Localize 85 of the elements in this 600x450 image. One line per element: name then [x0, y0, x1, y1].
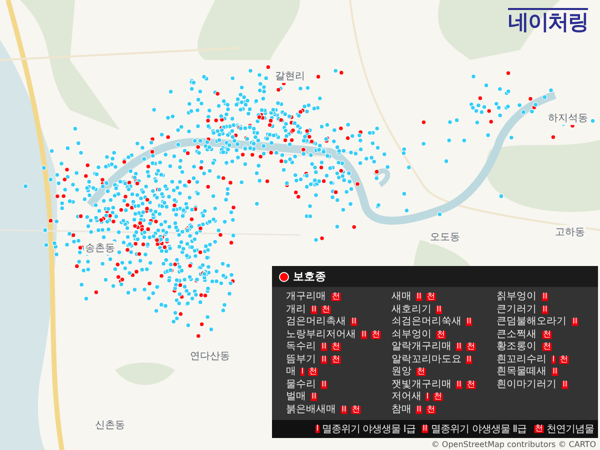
species-name: 뜸부기: [286, 354, 316, 366]
status-badge: 천: [331, 343, 341, 352]
species-name: 독수리: [286, 341, 316, 354]
status-badge: I: [551, 356, 556, 364]
status-badge: II: [561, 380, 568, 389]
species-name: 흰꼬리수리: [496, 354, 547, 366]
status-badge: 천: [466, 343, 476, 352]
status-badge: 천: [416, 368, 426, 376]
status-badge: I: [300, 368, 304, 376]
species-name: 큰기러기: [496, 304, 537, 316]
legend-key-label: 멸종위기 야생생물 Ⅱ급: [431, 423, 526, 436]
species-name: 벌매: [286, 391, 306, 404]
status-badge: II: [541, 306, 548, 314]
species-name: 쇠검은머리쑥새: [391, 316, 462, 328]
species-name: 물수리: [286, 378, 316, 391]
map-attribution: © OpenStreetMap contributors © CARTO: [431, 440, 596, 449]
species-name: 참매: [391, 404, 412, 416]
status-badge: II: [320, 343, 328, 352]
status-badge: II: [551, 368, 558, 376]
place-label: 오도동: [429, 230, 461, 244]
place-label: 송촌동: [84, 241, 116, 255]
status-badge: II: [320, 380, 328, 389]
status-badge: 천: [558, 356, 568, 364]
species-name: 쇠부엉이: [391, 328, 432, 341]
status-badge: II: [456, 343, 462, 352]
status-badge: II: [350, 318, 358, 326]
legend-key-label: 천연기념물: [546, 423, 594, 436]
status-badge: II: [456, 380, 462, 389]
status-badge: 천: [331, 356, 341, 364]
logo[interactable]: 네이처링: [508, 8, 588, 34]
status-badge: II: [310, 306, 318, 314]
place-label: 연다산동: [189, 349, 231, 363]
status-badge: 천: [331, 293, 341, 302]
status-badge: II: [416, 293, 422, 302]
species-name: 큰소쩍새: [496, 328, 537, 341]
species-name: 매: [286, 366, 296, 378]
status-badge: 천: [534, 425, 544, 433]
place-label: 신촌동: [94, 418, 126, 432]
status-badge: 천: [371, 330, 381, 339]
species-name: 새매: [391, 291, 412, 304]
species-name: 개구리매: [286, 291, 326, 304]
species-name: 노랑부리저어새: [286, 328, 356, 341]
species-name: 큰덤불해오라기: [496, 316, 567, 328]
status-badge: I: [316, 425, 320, 433]
status-badge: II: [310, 393, 318, 402]
status-badge: II: [466, 318, 472, 326]
status-badge: 천: [426, 406, 436, 414]
status-badge: II: [541, 293, 548, 302]
species-name: 검은머리촉새: [286, 316, 346, 328]
species-name: 개리: [286, 304, 306, 316]
place-label: 하지석동: [547, 111, 589, 125]
legend-key-label: 멸종위기 야생생물 Ⅰ급: [322, 423, 416, 436]
species-name: 저어새: [391, 391, 422, 404]
species-name: 흰이마기러기: [496, 378, 557, 391]
species-name: 황조롱이: [496, 341, 537, 354]
status-badge: 천: [542, 343, 552, 352]
status-badge: II: [571, 318, 578, 326]
status-badge: 천: [426, 293, 436, 302]
status-badge: II: [416, 406, 422, 414]
status-badge: II: [466, 356, 472, 364]
status-badge: 천: [433, 393, 444, 402]
place-label: 고하동: [554, 225, 586, 239]
status-badge: II: [422, 425, 428, 433]
species-name: 흰목물떼새: [496, 366, 547, 378]
species-name: 새호리기: [391, 304, 432, 316]
place-label: 갈현리: [274, 69, 306, 83]
species-name: 알락꼬리마도요: [391, 354, 462, 366]
status-badge: II: [340, 406, 348, 414]
status-badge: 천: [466, 380, 476, 389]
status-badge: I: [426, 393, 430, 402]
species-name: 붉은배새매: [286, 404, 336, 416]
status-badge: II: [320, 356, 328, 364]
status-badge: II: [360, 330, 368, 339]
status-badge: 천: [542, 330, 552, 339]
species-name: 알락개구리매: [391, 341, 452, 354]
species-name: 잿빛개구리매: [391, 378, 452, 391]
status-badge: II: [436, 306, 442, 314]
status-badge: 천: [308, 368, 318, 376]
legend-title: 보호종: [293, 269, 326, 284]
status-badge: 천: [321, 306, 331, 314]
status-badge: 천: [351, 406, 361, 414]
species-name: 칡부엉이: [496, 291, 537, 304]
status-badge: 천: [436, 330, 446, 339]
dot-icon: [279, 272, 289, 282]
species-name: 원앙: [391, 366, 412, 378]
